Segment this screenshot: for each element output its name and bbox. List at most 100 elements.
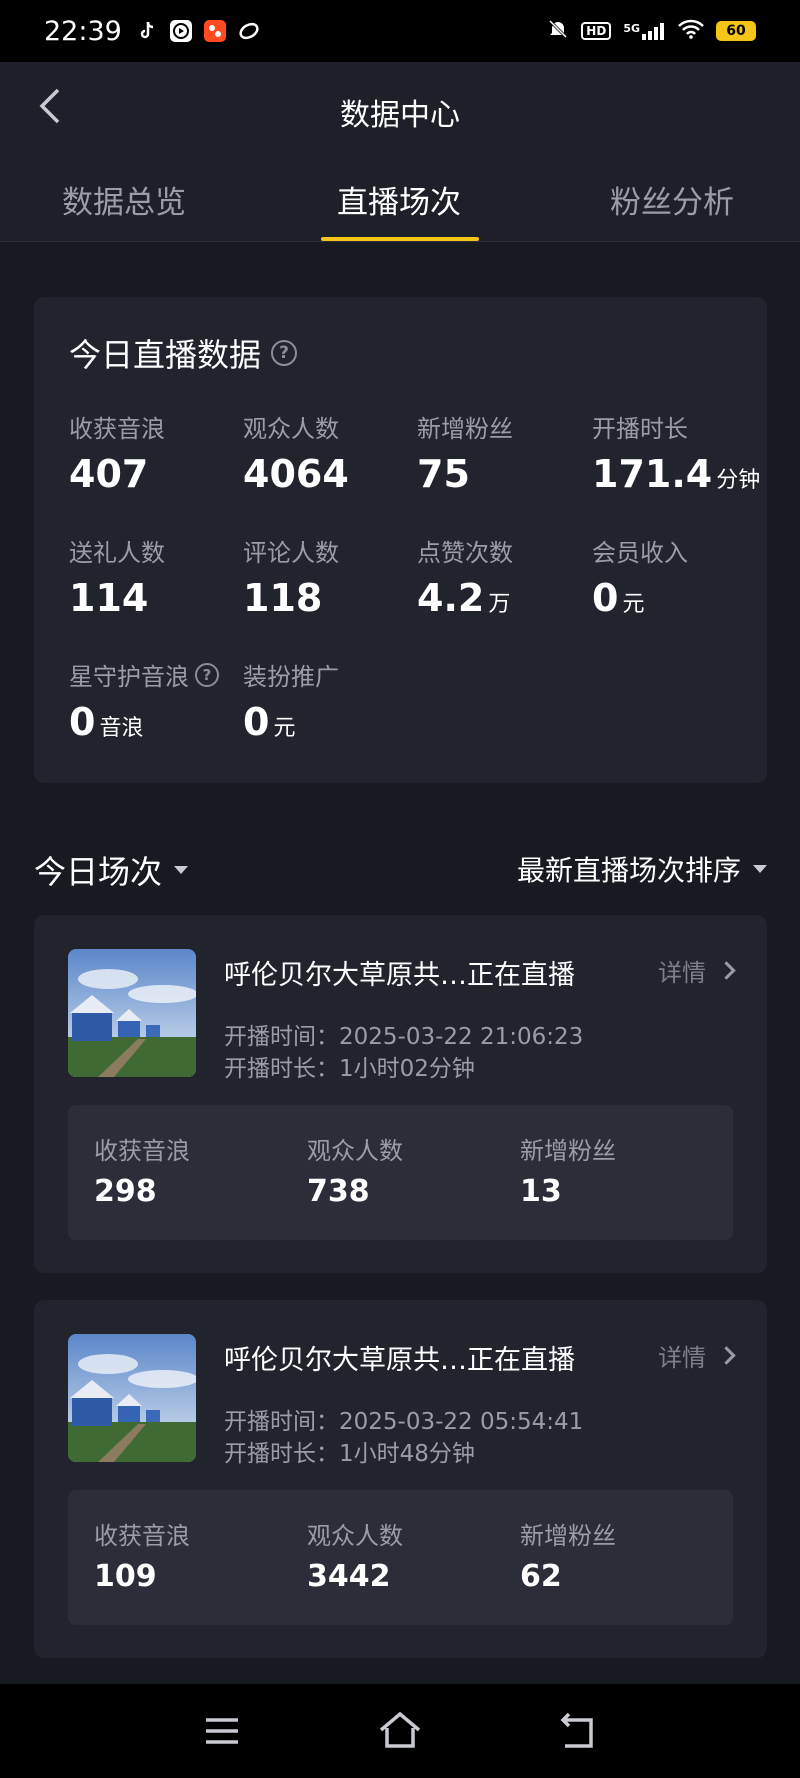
session-stats-panel: 收获音浪 109 观众人数 3442 新增粉丝 62 — [68, 1490, 733, 1625]
stat-label: 新增粉丝 — [520, 1522, 616, 1550]
today-live-data-card: 今日直播数据 ? 收获音浪 407 观众人数 4064 新增粉丝 75 开播时长… — [34, 297, 767, 783]
session-title: 呼伦贝尔大草原共…正在直播 — [224, 1345, 575, 1376]
today-sessions-dropdown[interactable]: 今日场次 — [34, 847, 189, 893]
home-icon — [379, 1711, 421, 1748]
menu-icon — [206, 1718, 238, 1744]
metric-label: 星守护音浪? — [69, 657, 219, 692]
metric-value: 75 — [417, 452, 513, 496]
metric-viewers: 观众人数 4064 — [243, 409, 349, 496]
metric-label: 装扮推广 — [243, 663, 339, 691]
session-stat-sound-waves: 收获音浪 298 — [94, 1131, 190, 1209]
tab-live-sessions[interactable]: 直播场次 — [337, 177, 461, 222]
signal-icon: 5G — [623, 22, 666, 40]
caret-down-icon — [174, 866, 189, 874]
metric-unit: 分钟 — [716, 468, 761, 493]
metric-star-guard-waves: 星守护音浪? 0 音浪 — [69, 657, 219, 744]
help-icon[interactable]: ? — [271, 340, 298, 366]
metric-number: 4.2 — [417, 576, 485, 620]
session-detail-link[interactable]: 详情 — [658, 953, 736, 988]
session-thumbnail — [68, 1334, 196, 1462]
tiktok-icon — [136, 20, 158, 42]
tab-fan-analysis[interactable]: 粉丝分析 — [610, 177, 734, 222]
stat-value: 738 — [307, 1174, 370, 1209]
session-stat-new-fans: 新增粉丝 13 — [520, 1131, 616, 1209]
sessions-header: 今日场次 最新直播场次排序 — [34, 843, 767, 893]
page-title: 数据中心 — [340, 98, 460, 133]
chevron-right-icon — [717, 1346, 736, 1365]
home-nav-button[interactable] — [375, 1706, 425, 1756]
session-duration: 开播时长：1小时02分钟 — [224, 1056, 475, 1082]
detail-label: 详情 — [658, 1344, 706, 1372]
stat-value: 109 — [94, 1559, 157, 1594]
stat-label: 观众人数 — [307, 1137, 403, 1165]
metric-number: 114 — [69, 576, 149, 620]
network-label: 5G — [623, 22, 640, 35]
status-right: HD 5G 60 — [547, 18, 756, 45]
help-icon[interactable]: ? — [195, 662, 219, 687]
metric-number: 4064 — [243, 452, 349, 496]
stat-value: 3442 — [307, 1559, 391, 1594]
session-duration: 开播时长：1小时48分钟 — [224, 1441, 475, 1467]
back-nav-button[interactable] — [553, 1706, 603, 1756]
stat-label: 观众人数 — [307, 1522, 403, 1550]
metric-sound-waves: 收获音浪 407 — [69, 409, 165, 496]
back-nav-icon — [560, 1712, 593, 1748]
battery-indicator: 60 — [716, 21, 756, 41]
metric-value: 4064 — [243, 452, 349, 496]
session-stats-panel: 收获音浪 298 观众人数 738 新增粉丝 13 — [68, 1105, 733, 1240]
metric-label: 观众人数 — [243, 415, 339, 443]
mute-icon — [547, 18, 569, 45]
status-bar: 22:39 HD 5G 60 — [0, 0, 800, 62]
sessions-title-text: 今日场次 — [34, 853, 163, 891]
stat-label: 收获音浪 — [94, 1522, 190, 1550]
sort-label: 最新直播场次排序 — [516, 854, 741, 887]
active-tab-indicator — [321, 237, 479, 241]
metric-dressup-promotion: 装扮推广 0元 — [243, 657, 339, 744]
session-stat-viewers: 观众人数 738 — [307, 1131, 403, 1209]
metric-value: 114 — [69, 576, 165, 620]
detail-label: 详情 — [658, 959, 706, 987]
status-time: 22:39 — [44, 15, 122, 47]
status-app-icons — [136, 20, 260, 42]
video-app-icon — [169, 20, 192, 42]
metric-number: 171.4 — [592, 452, 713, 496]
stat-label: 新增粉丝 — [520, 1137, 616, 1165]
menu-nav-button[interactable] — [197, 1706, 247, 1756]
app-header: 数据中心 — [0, 62, 800, 157]
metric-value: 0元 — [592, 576, 688, 620]
metric-commenters: 评论人数 118 — [243, 533, 339, 620]
system-nav-bar — [0, 1684, 800, 1778]
session-card[interactable]: 呼伦贝尔大草原共…正在直播 详情 开播时间：2025-03-22 21:06:2… — [34, 915, 767, 1273]
stat-value: 298 — [94, 1174, 157, 1209]
session-start-time: 开播时间：2025-03-22 05:54:41 — [224, 1409, 584, 1435]
session-stat-new-fans: 新增粉丝 62 — [520, 1516, 616, 1594]
metric-number: 0 — [243, 700, 270, 744]
metric-number: 407 — [69, 452, 149, 496]
tab-bar: 数据总览 直播场次 粉丝分析 — [0, 157, 800, 242]
tab-overview[interactable]: 数据总览 — [62, 177, 186, 222]
metric-number: 118 — [243, 576, 323, 620]
metric-unit: 万 — [488, 592, 511, 617]
link-app-icon — [238, 20, 260, 42]
session-card[interactable]: 呼伦贝尔大草原共…正在直播 详情 开播时间：2025-03-22 05:54:4… — [34, 1300, 767, 1658]
session-detail-link[interactable]: 详情 — [658, 1338, 736, 1373]
hd-badge: HD — [581, 22, 612, 40]
metric-new-fans: 新增粉丝 75 — [417, 409, 513, 496]
stat-label: 收获音浪 — [94, 1137, 190, 1165]
metric-value: 171.4 分钟 — [592, 452, 760, 496]
metric-label: 送礼人数 — [69, 539, 165, 567]
metric-value: 0元 — [243, 700, 339, 744]
session-thumbnail — [68, 949, 196, 1077]
sort-dropdown[interactable]: 最新直播场次排序 — [517, 849, 767, 889]
metric-value: 118 — [243, 576, 339, 620]
metric-value: 4.2 万 — [417, 576, 513, 620]
wifi-icon — [678, 19, 704, 44]
chevron-right-icon — [717, 961, 736, 980]
metric-label: 会员收入 — [592, 539, 688, 567]
session-stat-viewers: 观众人数 3442 — [307, 1516, 403, 1594]
metric-number: 0 — [69, 700, 96, 744]
caret-down-icon — [753, 865, 767, 873]
metric-gift-givers: 送礼人数 114 — [69, 533, 165, 620]
metric-live-duration: 开播时长 171.4 分钟 — [592, 409, 760, 496]
metric-unit: 元 — [273, 716, 296, 741]
